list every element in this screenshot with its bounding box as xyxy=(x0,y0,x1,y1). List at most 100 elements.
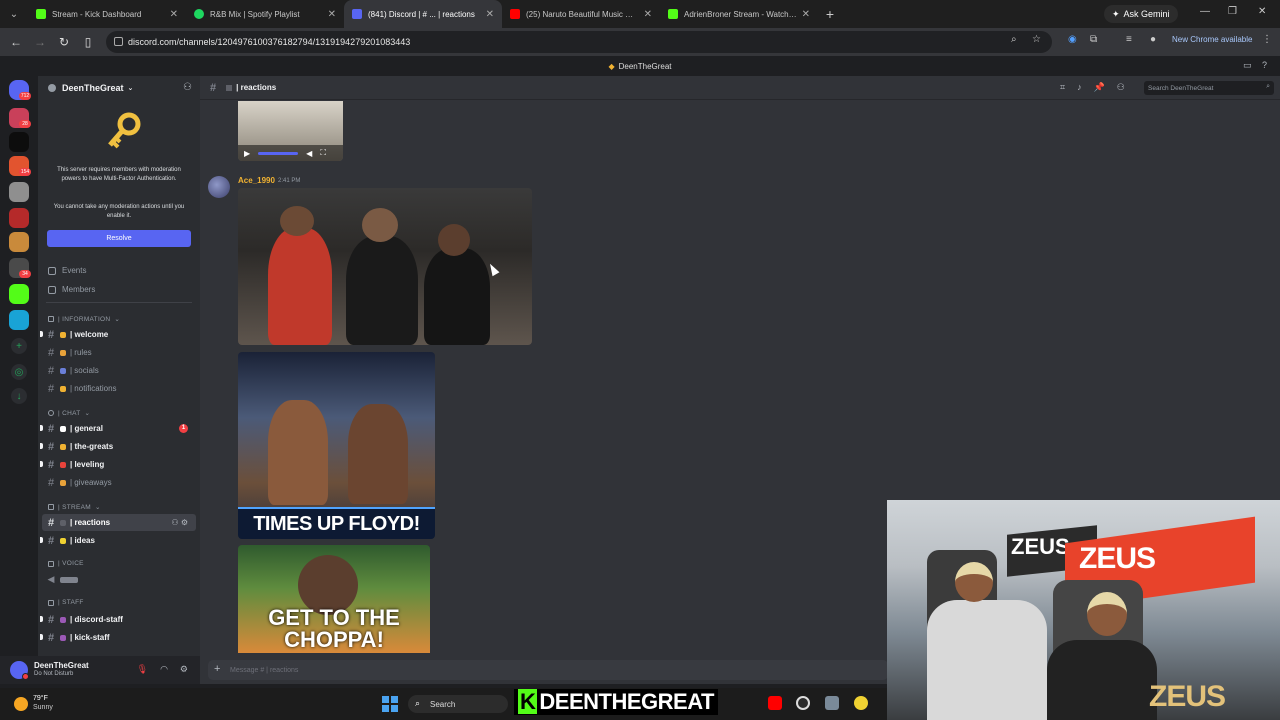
tab-close-icon[interactable]: ✕ xyxy=(802,9,810,20)
tab-search-menu-icon[interactable]: ⌄ xyxy=(0,0,28,28)
profile-icon[interactable]: ● xyxy=(1150,34,1156,45)
address-bar[interactable]: discord.com/channels/1204976100376182794… xyxy=(106,31,1052,53)
invite-icon[interactable]: ⚇ xyxy=(171,518,178,527)
new-tab-button[interactable]: + xyxy=(818,6,842,22)
youtube-app-icon[interactable] xyxy=(768,696,782,710)
zoom-icon[interactable]: ⌕ xyxy=(1011,34,1017,45)
channel-kick-staff[interactable]: # | kick-staff xyxy=(40,629,196,646)
server-icon[interactable] xyxy=(9,232,29,252)
category-chat[interactable]: | CHAT ⌄ xyxy=(48,409,90,417)
user-info[interactable]: DeenTheGreat Do Not Disturb xyxy=(34,661,89,679)
server-icon[interactable] xyxy=(9,310,29,330)
download-apps-icon[interactable]: ↓ xyxy=(11,388,27,404)
media-controls-icon[interactable]: ≡ xyxy=(1126,34,1132,45)
invite-people-icon[interactable]: ⚇ xyxy=(183,82,192,93)
channel-welcome[interactable]: # | welcome xyxy=(40,326,196,343)
add-server-icon[interactable]: + xyxy=(11,338,27,354)
server-icon[interactable] xyxy=(9,208,29,228)
close-window-icon[interactable]: ✕ xyxy=(1258,6,1266,17)
norton-app-icon[interactable] xyxy=(854,696,868,710)
search-input[interactable]: Search DeenTheGreat ⌕ xyxy=(1144,81,1274,95)
threads-icon[interactable]: ⌗ xyxy=(1060,82,1065,93)
site-info-icon[interactable] xyxy=(114,37,123,46)
server-header[interactable]: DeenTheGreat ⌄ ⚇ xyxy=(38,76,200,100)
mute-microphone-icon[interactable]: 🎙 xyxy=(137,664,148,675)
channel-giveaways[interactable]: # | giveaways xyxy=(42,474,196,491)
member-list-icon[interactable]: ⚇ xyxy=(1117,82,1125,93)
extensions-puzzle-icon[interactable]: ⧉ xyxy=(1090,34,1097,45)
channel-notifications[interactable]: # | notifications xyxy=(42,380,196,397)
new-chrome-available-button[interactable]: New Chrome available xyxy=(1172,35,1252,44)
weather-description[interactable]: Sunny xyxy=(33,704,53,711)
kebab-menu-icon[interactable]: ⋮ xyxy=(1262,34,1272,45)
channel-socials[interactable]: # | socials xyxy=(42,362,196,379)
sun-icon[interactable] xyxy=(14,697,28,711)
pinned-messages-icon[interactable]: 📌 xyxy=(1094,82,1105,93)
obs-app-icon[interactable] xyxy=(796,696,810,710)
channel-rules[interactable]: # | rules xyxy=(42,344,196,361)
message-author[interactable]: Ace_1990 xyxy=(238,176,275,185)
channel-ideas[interactable]: # | ideas xyxy=(40,532,196,549)
server-icon[interactable] xyxy=(9,132,29,152)
notification-settings-icon[interactable]: ♪ xyxy=(1077,82,1082,93)
tab-discord[interactable]: (841) Discord | # ... | reactions ✕ xyxy=(344,0,502,28)
back-arrow-icon[interactable]: ← xyxy=(4,35,28,49)
tab-close-icon[interactable]: ✕ xyxy=(644,9,652,20)
events-link[interactable]: Events xyxy=(48,266,86,275)
tab-youtube[interactable]: (25) Naruto Beautiful Music Mi... ✕ xyxy=(502,0,660,28)
message-input[interactable]: + Message # | reactions xyxy=(208,660,888,680)
side-panel-icon[interactable]: ▯ xyxy=(76,35,100,49)
tab-close-icon[interactable]: ✕ xyxy=(328,9,336,20)
category-stream[interactable]: | STREAM ⌄ xyxy=(48,503,101,511)
fullscreen-icon[interactable]: ⛶ xyxy=(320,148,326,158)
category-information[interactable]: | INFORMATION ⌄ xyxy=(48,315,120,323)
windows-start-icon[interactable] xyxy=(382,696,398,712)
tab-kick-dashboard[interactable]: Stream - Kick Dashboard ✕ xyxy=(28,0,186,28)
tab-close-icon[interactable]: ✕ xyxy=(486,9,494,20)
server-icon[interactable] xyxy=(9,182,29,202)
scroll-emoji-icon xyxy=(60,349,66,356)
tab-kick-stream[interactable]: AdrienBroner Stream - Watch L... ✕ xyxy=(660,0,818,28)
channel-label: | the-greats xyxy=(70,442,114,451)
headphones-icon[interactable]: ◠ xyxy=(160,664,168,675)
voice-channel[interactable]: ◀ xyxy=(42,571,196,588)
user-settings-gear-icon[interactable]: ⚙ xyxy=(180,664,188,675)
tab-spotify[interactable]: R&B Mix | Spotify Playlist ✕ xyxy=(186,0,344,28)
members-link[interactable]: Members xyxy=(48,285,95,294)
channel-the-greats[interactable]: # | the-greats xyxy=(40,438,196,455)
discover-compass-icon[interactable]: ◎ xyxy=(11,364,27,380)
volume-icon[interactable]: ◀ xyxy=(306,149,312,158)
image-attachment[interactable]: GET TO THE CHOPPA! xyxy=(238,545,430,653)
minimize-icon[interactable]: — xyxy=(1200,6,1210,17)
category-voice[interactable]: | VOICE xyxy=(48,560,84,567)
settings-gear-icon[interactable]: ⚙ xyxy=(181,518,188,527)
play-icon[interactable]: ▶ xyxy=(244,149,250,158)
resolve-button[interactable]: Resolve xyxy=(47,230,191,247)
maximize-icon[interactable]: ❐ xyxy=(1228,6,1237,17)
server-icon[interactable] xyxy=(9,284,29,304)
reload-icon[interactable]: ↻ xyxy=(52,35,76,49)
bookmark-star-icon[interactable]: ☆ xyxy=(1032,34,1041,45)
extension-badge-icon[interactable]: ◉ xyxy=(1068,34,1077,45)
video-progress-bar[interactable] xyxy=(258,151,299,155)
add-attachment-icon[interactable]: + xyxy=(214,663,220,675)
video-attachment[interactable]: ▶ ◀ ⛶ xyxy=(238,101,343,161)
image-attachment[interactable]: TIMES UP FLOYD! xyxy=(238,352,435,539)
header-toolbar: ⌗ ♪ 📌 ⚇ xyxy=(1060,82,1125,93)
taskbar-search[interactable]: ⌕ Search xyxy=(408,695,508,713)
unread-indicator xyxy=(40,331,43,337)
calculator-app-icon[interactable] xyxy=(825,696,839,710)
avatar[interactable] xyxy=(10,661,29,680)
weather-temperature[interactable]: 79°F xyxy=(33,695,48,702)
inbox-icon[interactable]: ▭ xyxy=(1243,60,1252,71)
channel-leveling[interactable]: # | leveling xyxy=(40,456,196,473)
channel-reactions[interactable]: # | reactions ⚇ ⚙ xyxy=(42,514,196,531)
channel-general[interactable]: # | general 1 xyxy=(40,420,196,437)
ask-gemini-button[interactable]: ✦ Ask Gemini xyxy=(1104,5,1178,23)
avatar[interactable] xyxy=(208,176,230,198)
help-icon[interactable]: ? xyxy=(1262,60,1267,70)
category-staff[interactable]: | STAFF xyxy=(48,599,84,606)
forward-arrow-icon[interactable]: → xyxy=(28,35,52,49)
tab-close-icon[interactable]: ✕ xyxy=(170,9,178,20)
channel-discord-staff[interactable]: # | discord-staff xyxy=(40,611,196,628)
